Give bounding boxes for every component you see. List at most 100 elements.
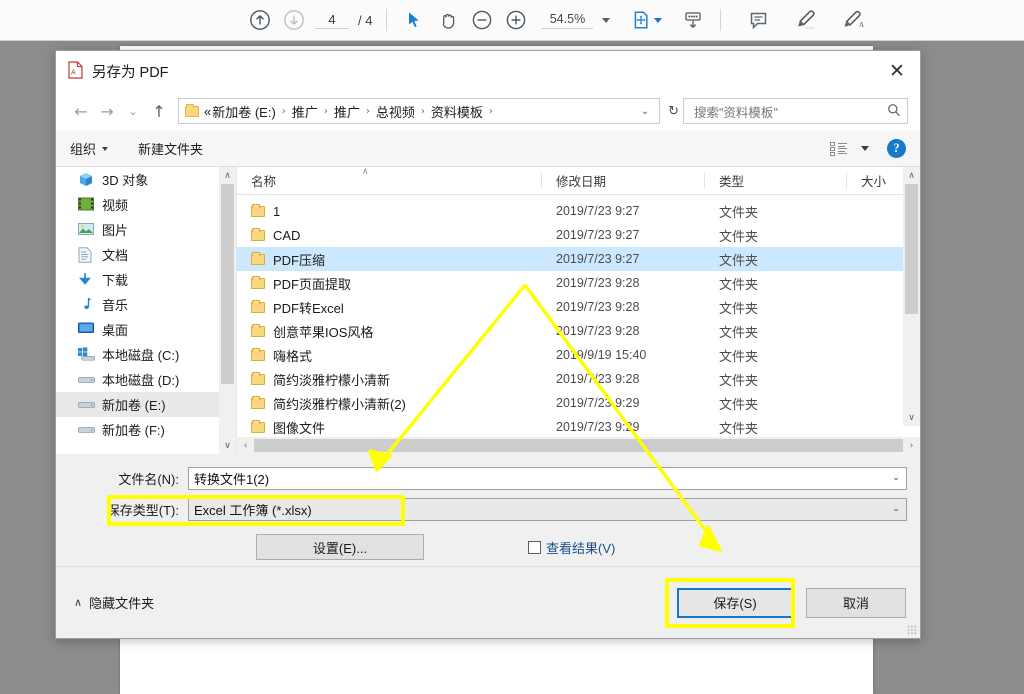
scroll-up-icon[interactable]: ∧ bbox=[903, 167, 920, 184]
svg-text:A: A bbox=[859, 21, 864, 29]
chevron-down-icon[interactable] bbox=[654, 17, 663, 23]
page-fit-icon[interactable] bbox=[624, 3, 658, 37]
table-row[interactable]: 嗨格式 2019/9/19 15:40 文件夹 bbox=[237, 343, 920, 367]
breadcrumb-overflow-icon[interactable]: « bbox=[204, 104, 211, 119]
navigation-pane-scrollbar[interactable]: ∧ ∨ bbox=[219, 167, 236, 454]
close-icon[interactable]: ✕ bbox=[874, 51, 920, 91]
back-icon[interactable]: ← bbox=[68, 98, 94, 124]
sidebar-item-local-disk-d[interactable]: 本地磁盘 (D:) bbox=[56, 367, 236, 392]
refresh-icon[interactable]: ↻ bbox=[664, 104, 683, 119]
table-row[interactable]: PDF页面提取 2019/7/23 9:28 文件夹 bbox=[237, 271, 920, 295]
chevron-down-icon[interactable] bbox=[861, 146, 869, 151]
settings-button[interactable]: 设置(E)... bbox=[256, 534, 424, 560]
search-input[interactable]: 搜索"资料模板" bbox=[683, 98, 908, 124]
scroll-down-icon[interactable]: ∨ bbox=[219, 437, 236, 454]
chevron-down-icon[interactable]: ⌄ bbox=[888, 473, 904, 483]
sidebar-item-desktop[interactable]: 桌面 bbox=[56, 317, 236, 342]
zoom-in-icon[interactable] bbox=[499, 3, 533, 37]
filename-value[interactable]: 转换文件1(2) bbox=[194, 469, 888, 488]
highlight-icon[interactable] bbox=[789, 3, 823, 37]
hand-tool-icon[interactable] bbox=[431, 3, 465, 37]
sidebar-item-pictures[interactable]: 图片 bbox=[56, 217, 236, 242]
chevron-down-icon[interactable]: ⌄ bbox=[888, 504, 904, 514]
page-number-input[interactable]: 4 bbox=[315, 12, 349, 29]
select-tool-icon[interactable] bbox=[397, 3, 431, 37]
help-icon[interactable]: ? bbox=[887, 139, 906, 158]
file-list-scrollbar-horizontal[interactable]: ‹ › bbox=[237, 437, 920, 454]
column-header-type[interactable]: 类型 bbox=[705, 167, 847, 195]
table-row[interactable]: PDF转Excel 2019/7/23 9:28 文件夹 bbox=[237, 295, 920, 319]
view-mode-icon[interactable] bbox=[830, 141, 847, 156]
hide-folders-toggle[interactable]: ∧ 隐藏文件夹 bbox=[74, 593, 154, 612]
save-button[interactable]: 保存(S) bbox=[677, 587, 793, 618]
sidebar-item-downloads[interactable]: 下载 bbox=[56, 267, 236, 292]
breadcrumb-segment[interactable]: 资料模板 bbox=[430, 102, 484, 121]
scroll-down-icon[interactable]: ∨ bbox=[903, 409, 920, 426]
column-header-name[interactable]: 名称 ∧ bbox=[237, 167, 542, 195]
address-bar[interactable]: « 新加卷 (E:) › 推广 › 推广 › 总视频 › 资料模板 › ⌄ bbox=[178, 98, 661, 124]
previous-page-icon[interactable] bbox=[243, 3, 277, 37]
breadcrumb-segment[interactable]: 总视频 bbox=[375, 102, 416, 121]
filename-field[interactable]: 转换文件1(2) ⌄ bbox=[188, 466, 907, 490]
scrollbar-thumb[interactable] bbox=[905, 184, 918, 314]
breadcrumb: 新加卷 (E:) › 推广 › 推广 › 总视频 › 资料模板 › bbox=[211, 102, 634, 121]
scroll-left-icon[interactable]: ‹ bbox=[237, 441, 254, 451]
scroll-up-icon[interactable]: ∧ bbox=[219, 167, 236, 184]
breadcrumb-segment[interactable]: 新加卷 (E:) bbox=[211, 102, 277, 121]
file-type: 文件夹 bbox=[719, 348, 759, 364]
table-row[interactable]: 简约淡雅柠檬小清新 2019/7/23 9:28 文件夹 bbox=[237, 367, 920, 391]
savetype-value[interactable]: Excel 工作簿 (*.xlsx) bbox=[194, 500, 888, 519]
scroll-mode-icon[interactable] bbox=[676, 3, 710, 37]
breadcrumb-segment[interactable]: 推广 bbox=[291, 102, 319, 121]
zoom-level-value[interactable]: 54.5% bbox=[541, 12, 594, 29]
search-icon[interactable] bbox=[887, 103, 901, 120]
sidebar-item-videos[interactable]: 视频 bbox=[56, 192, 236, 217]
signature-icon[interactable]: A bbox=[837, 3, 871, 37]
comment-icon[interactable] bbox=[741, 3, 775, 37]
zoom-control[interactable]: 54.5% bbox=[541, 12, 611, 29]
scrollbar-thumb[interactable] bbox=[254, 439, 903, 452]
table-row[interactable]: 图像文件 2019/7/23 9:29 文件夹 bbox=[237, 415, 920, 439]
recent-locations-icon[interactable]: ⌄ bbox=[120, 98, 146, 124]
column-header-date[interactable]: 修改日期 bbox=[542, 167, 705, 195]
new-folder-button[interactable]: 新建文件夹 bbox=[138, 139, 203, 158]
folder-icon bbox=[251, 275, 265, 289]
organize-button[interactable]: 组织 bbox=[70, 139, 109, 158]
table-row[interactable]: PDF压缩 2019/7/23 9:27 文件夹 bbox=[237, 247, 920, 271]
file-date: 2019/7/23 9:28 bbox=[556, 276, 640, 290]
forward-icon[interactable]: → bbox=[94, 98, 120, 124]
breadcrumb-segment[interactable]: 推广 bbox=[333, 102, 361, 121]
sidebar-item-new-volume-f[interactable]: 新加卷 (F:) bbox=[56, 417, 236, 442]
chevron-right-icon[interactable]: › bbox=[489, 106, 493, 117]
view-result-label[interactable]: 查看结果(V) bbox=[546, 538, 615, 557]
table-row[interactable]: CAD 2019/7/23 9:27 文件夹 bbox=[237, 223, 920, 247]
view-result-checkbox[interactable] bbox=[528, 540, 541, 554]
file-date: 2019/7/23 9:27 bbox=[556, 228, 640, 242]
save-as-dialog: A 另存为 PDF ✕ ← → ⌄ ↑ « 新加卷 (E:) › 推广 › 推广… bbox=[55, 50, 921, 639]
table-row[interactable]: 1 2019/7/23 9:27 文件夹 bbox=[237, 199, 920, 223]
sidebar-item-documents[interactable]: 文档 bbox=[56, 242, 236, 267]
next-page-icon[interactable] bbox=[277, 3, 311, 37]
table-row[interactable]: 创意苹果IOS风格 2019/7/23 9:28 文件夹 bbox=[237, 319, 920, 343]
address-dropdown-icon[interactable]: ⌄ bbox=[635, 106, 655, 117]
scrollbar-thumb[interactable] bbox=[221, 184, 234, 384]
cancel-button[interactable]: 取消 bbox=[806, 587, 906, 618]
file-name: 图像文件 bbox=[273, 420, 326, 436]
table-row[interactable]: 简约淡雅柠檬小清新(2) 2019/7/23 9:29 文件夹 bbox=[237, 391, 920, 415]
page-indicator[interactable]: 4 / 4 bbox=[315, 12, 372, 29]
sidebar-item-3d-objects[interactable]: 3D 对象 bbox=[56, 167, 236, 192]
savetype-field[interactable]: Excel 工作簿 (*.xlsx) ⌄ bbox=[188, 497, 907, 521]
zoom-out-icon[interactable] bbox=[465, 3, 499, 37]
savetype-label: 保存类型(T): bbox=[106, 502, 179, 518]
chevron-down-icon[interactable] bbox=[602, 17, 611, 23]
scroll-right-icon[interactable]: › bbox=[903, 441, 920, 451]
sidebar-item-local-disk-c[interactable]: 本地磁盘 (C:) bbox=[56, 342, 236, 367]
sidebar-item-music[interactable]: 音乐 bbox=[56, 292, 236, 317]
file-name: 创意苹果IOS风格 bbox=[273, 324, 374, 340]
view-result-checkbox-row[interactable]: 查看结果(V) bbox=[528, 538, 615, 557]
sidebar-item-new-volume-e[interactable]: 新加卷 (E:) bbox=[56, 392, 236, 417]
file-list-header: 名称 ∧ 修改日期 类型 大小 bbox=[237, 167, 920, 195]
resize-grip[interactable] bbox=[907, 625, 917, 635]
up-one-level-icon[interactable]: ↑ bbox=[146, 98, 172, 124]
file-list-scrollbar-vertical[interactable]: ∧ ∨ bbox=[903, 167, 920, 426]
